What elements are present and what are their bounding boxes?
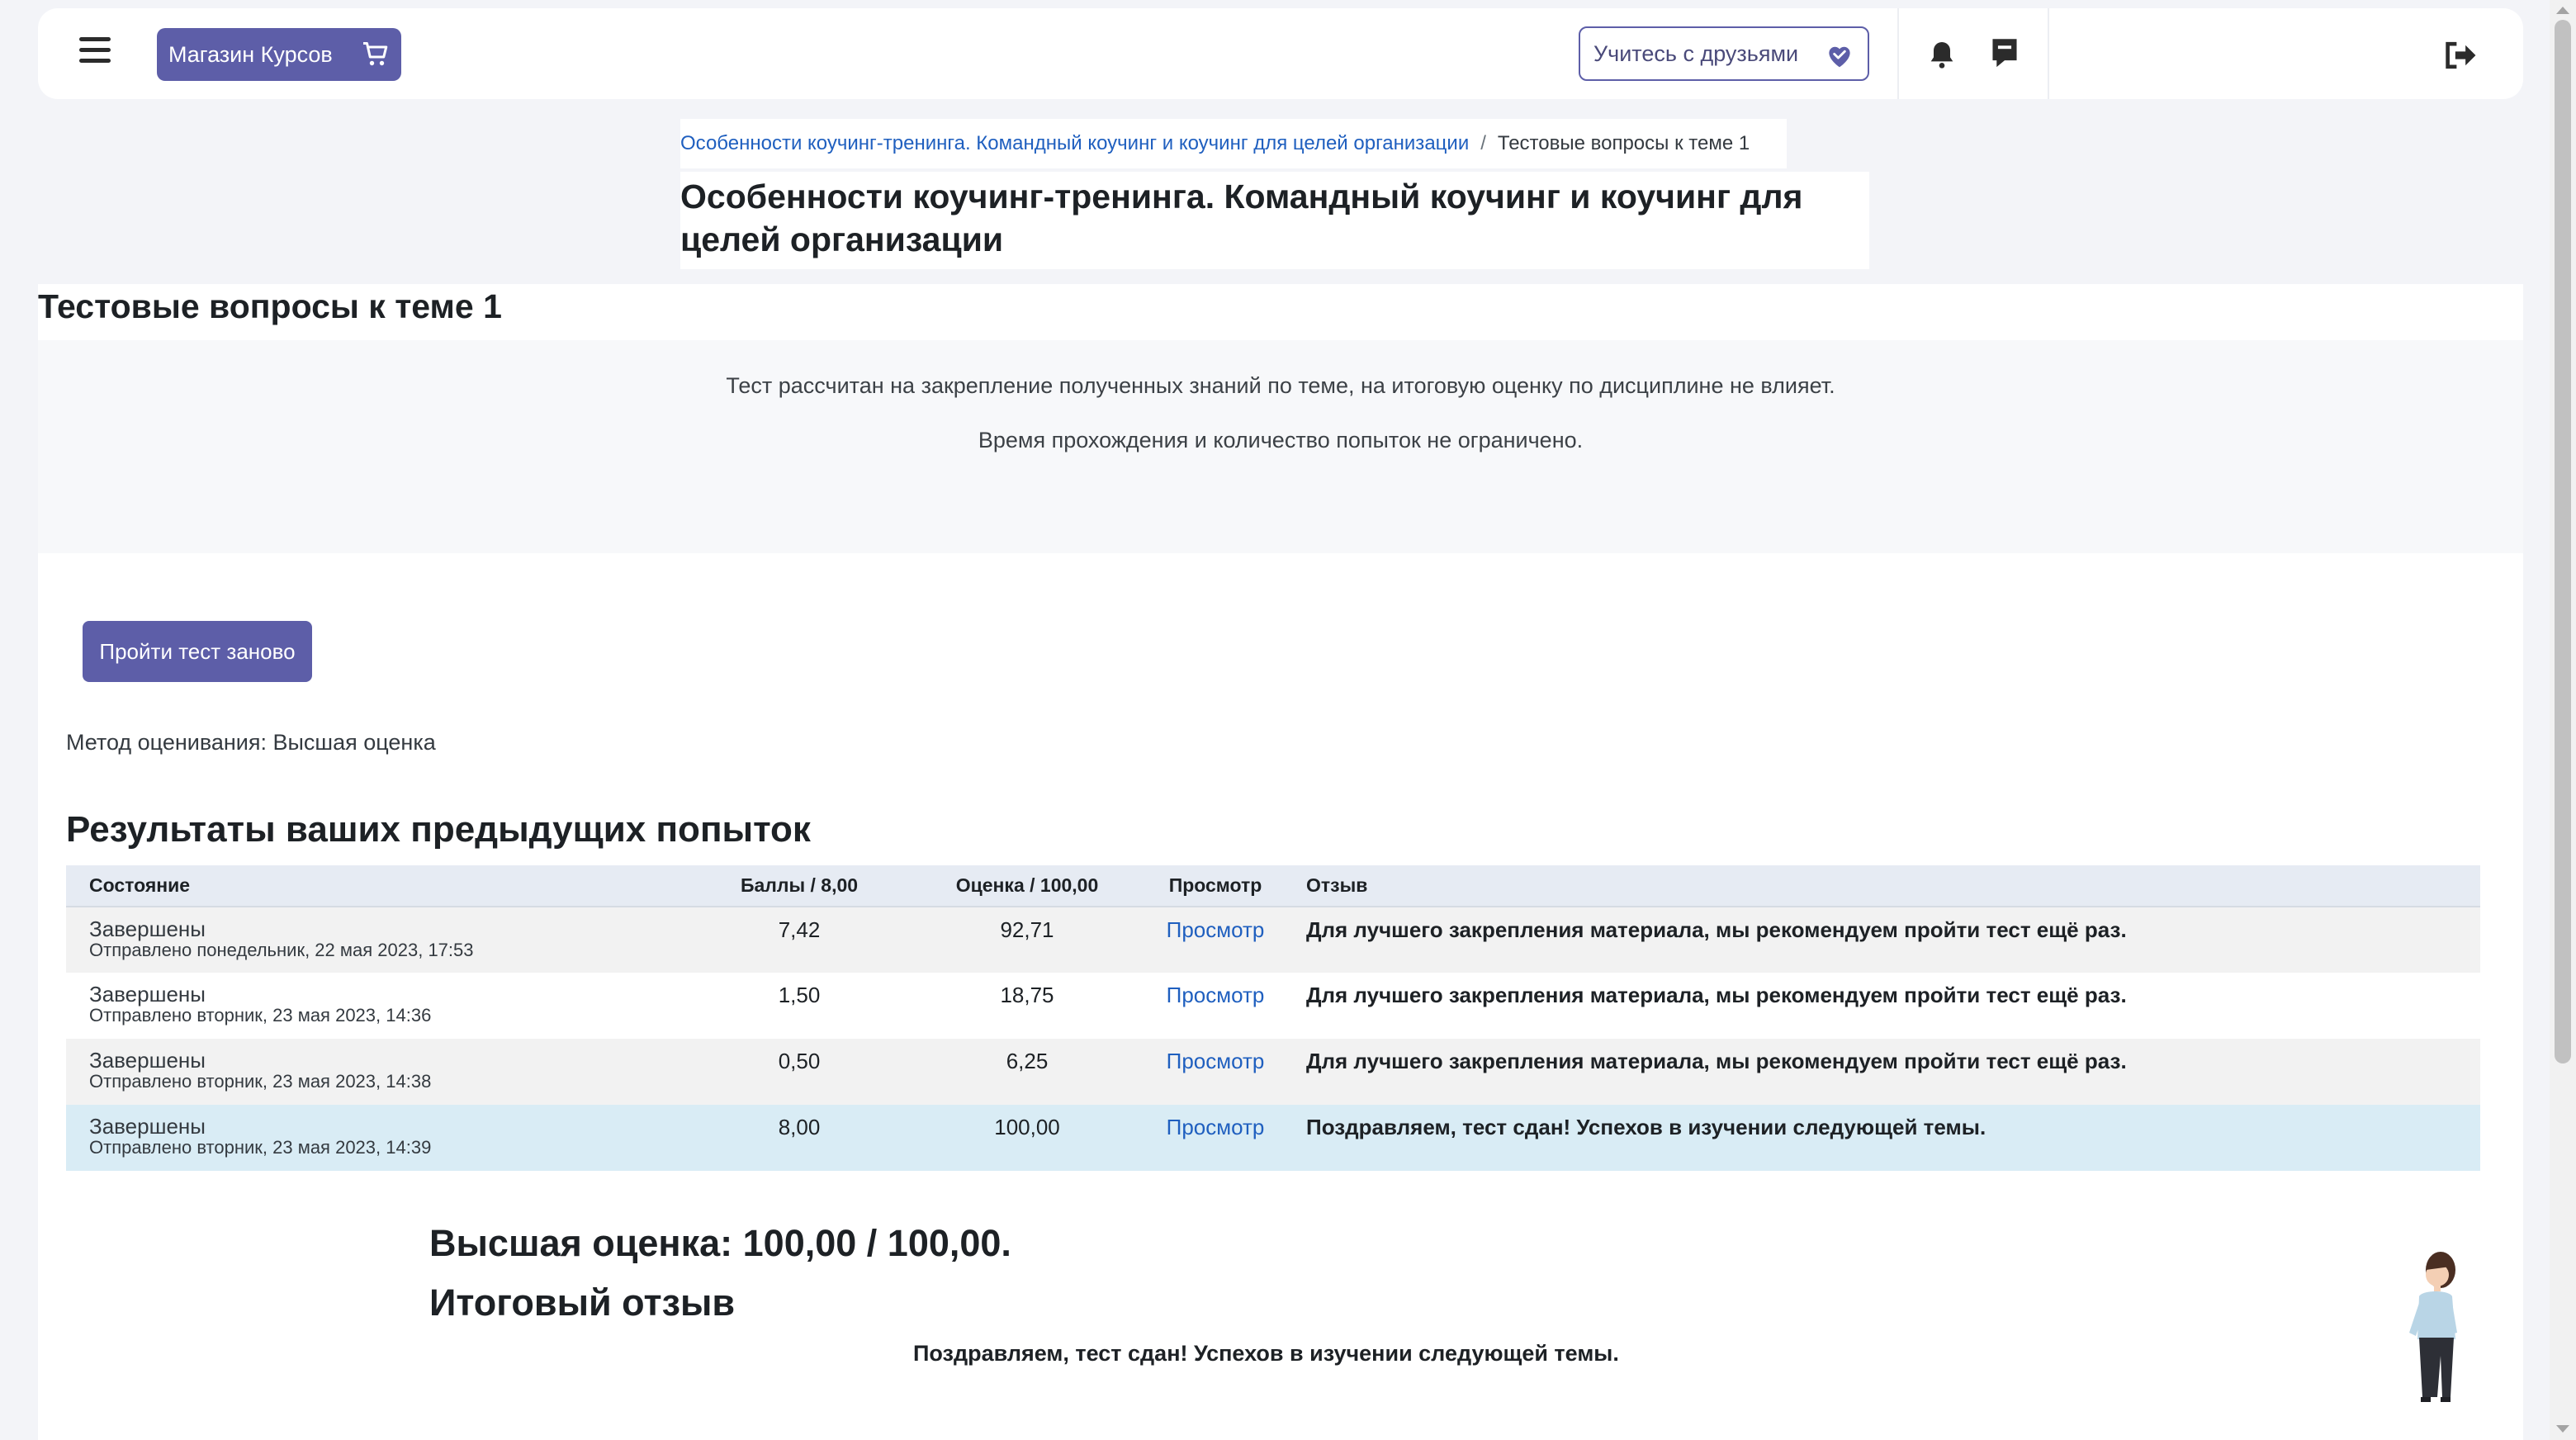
attempt-grade: 100,00 (913, 1105, 1141, 1171)
attempt-state-cell: Завершены Отправлено вторник, 23 мая 202… (66, 973, 685, 1039)
cart-icon (363, 42, 388, 66)
attempts-table: Состояние Баллы / 8,00 Оценка / 100,00 П… (66, 865, 2480, 1171)
attempt-state-cell: Завершены Отправлено вторник, 23 мая 202… (66, 1039, 685, 1105)
top-navbar: Магазин Курсов Учитесь с друзьями (38, 8, 2523, 99)
attempt-submitted: Отправлено вторник, 23 мая 2023, 14:38 (89, 1071, 432, 1092)
column-header: Просмотр (1141, 865, 1290, 907)
user-menu[interactable] (2057, 8, 2404, 99)
attempt-grade: 92,71 (913, 907, 1141, 973)
messages-icon[interactable] (1988, 36, 2021, 71)
course-shop-button[interactable]: Магазин Курсов (157, 28, 401, 81)
scroll-up-arrow-icon[interactable] (2556, 7, 2569, 14)
table-row: Завершены Отправлено вторник, 23 мая 202… (66, 1039, 2480, 1105)
breadcrumb-current: Тестовые вопросы к теме 1 (1497, 132, 1750, 154)
course-shop-label: Магазин Курсов (168, 41, 333, 67)
retake-quiz-button[interactable]: Пройти тест заново (83, 621, 312, 682)
menu-icon[interactable] (79, 37, 112, 70)
column-header: Баллы / 8,00 (685, 865, 913, 907)
quiz-intro: Тест рассчитан на закрепление полученных… (38, 340, 2523, 553)
page-scrollbar[interactable] (2550, 0, 2576, 1440)
logout-icon[interactable] (2444, 41, 2477, 69)
attempt-points: 7,42 (685, 907, 913, 973)
best-grade: Высшая оценка: 100,00 / 100,00. (429, 1222, 1011, 1264)
table-row: Завершены Отправлено понедельник, 22 мая… (66, 907, 2480, 973)
final-feedback-heading: Итоговый отзыв (429, 1281, 736, 1324)
attempt-state: Завершены (89, 982, 206, 1007)
table-row: Завершены Отправлено вторник, 23 мая 202… (66, 973, 2480, 1039)
main-content: Тестовые вопросы к теме 1 Тест рассчитан… (38, 284, 2523, 1440)
learn-with-friends-label: Учитесь с друзьями (1593, 40, 1799, 66)
column-header: Оценка / 100,00 (913, 865, 1141, 907)
grading-method: Метод оценивания: Высшая оценка (66, 730, 436, 755)
attempt-points: 0,50 (685, 1039, 913, 1105)
attempt-submitted: Отправлено вторник, 23 мая 2023, 14:39 (89, 1137, 432, 1158)
review-link[interactable]: Просмотр (1167, 917, 1265, 942)
attempt-feedback: Для лучшего закрепления материала, мы ре… (1290, 907, 2480, 973)
attempt-state: Завершены (89, 1114, 206, 1139)
breadcrumb-separator: / (1480, 132, 1486, 154)
attempt-points: 8,00 (685, 1105, 913, 1171)
attempt-submitted: Отправлено понедельник, 22 мая 2023, 17:… (89, 940, 474, 960)
attempt-state: Завершены (89, 1048, 206, 1073)
intro-text: Тест рассчитан на закрепление полученных… (726, 373, 1835, 398)
handshake-heart-icon (1829, 46, 1850, 68)
scroll-down-arrow-icon[interactable] (2556, 1425, 2569, 1433)
attempt-state-cell: Завершены Отправлено понедельник, 22 мая… (66, 907, 685, 973)
scrollbar-thumb[interactable] (2555, 20, 2571, 1063)
breadcrumb: Особенности коучинг-тренинга. Командный … (680, 119, 1787, 168)
review-link[interactable]: Просмотр (1167, 983, 1265, 1007)
attempt-submitted: Отправлено вторник, 23 мая 2023, 14:36 (89, 1005, 432, 1026)
assistant-avatar-icon[interactable] (2394, 1245, 2477, 1410)
review-link[interactable]: Просмотр (1167, 1049, 1265, 1073)
attempt-state: Завершены (89, 917, 206, 941)
column-header: Состояние (66, 865, 685, 907)
attempt-feedback: Поздравляем, тест сдан! Успехов в изучен… (1290, 1105, 2480, 1171)
notification-bell-icon[interactable] (1925, 38, 1958, 71)
column-header: Отзыв (1290, 865, 2480, 907)
attempt-feedback: Для лучшего закрепления материала, мы ре… (1290, 1039, 2480, 1105)
page-title: Тестовые вопросы к теме 1 (38, 287, 502, 325)
results-heading: Результаты ваших предыдущих попыток (66, 809, 811, 850)
navbar-divider (1897, 8, 1899, 99)
attempt-state-cell: Завершены Отправлено вторник, 23 мая 202… (66, 1105, 685, 1171)
breadcrumb-course-link[interactable]: Особенности коучинг-тренинга. Командный … (680, 132, 1469, 155)
attempt-points: 1,50 (685, 973, 913, 1039)
attempt-grade: 18,75 (913, 973, 1141, 1039)
navbar-divider (2048, 8, 2049, 99)
learn-with-friends-button[interactable]: Учитесь с друзьями (1579, 26, 1869, 81)
attempt-feedback: Для лучшего закрепления материала, мы ре… (1290, 973, 2480, 1039)
review-link[interactable]: Просмотр (1167, 1115, 1265, 1139)
final-feedback: Поздравляем, тест сдан! Успехов в изучен… (913, 1341, 1619, 1366)
table-header-row: Состояние Баллы / 8,00 Оценка / 100,00 П… (66, 865, 2480, 907)
intro-text: Время прохождения и количество попыток н… (978, 428, 1584, 452)
course-header: Особенности коучинг-тренинга. Командный … (680, 172, 1869, 269)
table-row-best: Завершены Отправлено вторник, 23 мая 202… (66, 1105, 2480, 1171)
attempt-grade: 6,25 (913, 1039, 1141, 1105)
course-title: Особенности коучинг-тренинга. Командный … (680, 178, 1803, 258)
